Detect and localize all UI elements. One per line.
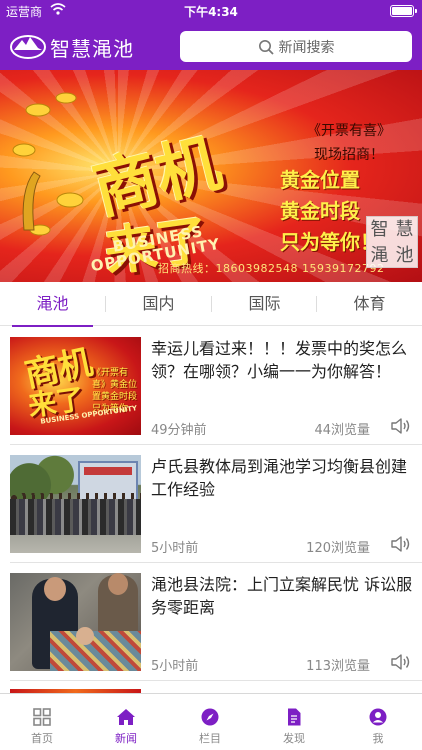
nav-bar: 智慧渑池 新闻搜索 — [0, 22, 422, 70]
speaker-icon[interactable] — [390, 652, 412, 672]
news-item[interactable]: 商机 来了 《开票有喜》黄金位置黄金时段只为等你 BUSINESS OPPORT… — [0, 327, 422, 445]
user-icon — [369, 708, 387, 726]
news-title: 渑池县法院：上门立案解民忧 诉讼服务零距离 — [151, 575, 413, 617]
thumb-person — [76, 627, 94, 645]
grid-icon — [33, 708, 51, 726]
tabbar-home[interactable]: 首页 — [0, 694, 84, 750]
tabbar-label: 首页 — [31, 732, 53, 745]
watermark-char: 慧 — [395, 219, 414, 240]
tabbar-label: 我 — [372, 732, 384, 745]
tabbar-news[interactable]: 新闻 — [84, 694, 168, 750]
news-time: 5小时前 — [151, 659, 199, 674]
status-bar: 运营商 下午4:34 — [0, 0, 422, 22]
search-placeholder: 新闻搜索 — [278, 39, 335, 56]
app-title: 智慧渑池 — [50, 37, 134, 61]
thumb-crowd — [10, 499, 141, 535]
tab-sports[interactable]: 体育 — [317, 282, 422, 326]
tab-international[interactable]: 国际 — [212, 282, 317, 326]
watermark-char: 智 — [370, 219, 389, 240]
compass-icon — [201, 708, 219, 726]
banner-line: 黄金位置 — [280, 168, 360, 192]
news-views: 113浏览量 — [306, 659, 370, 674]
news-views: 120浏览量 — [306, 541, 370, 556]
banner-tagline: 《开票有喜》 现场招商！ — [284, 120, 414, 168]
news-item[interactable]: 渑池县法院：上门立案解民忧 诉讼服务零距离 5小时前 113浏览量 — [0, 563, 422, 681]
banner-subtag: 现场招商！ — [314, 147, 384, 163]
news-thumbnail — [10, 573, 141, 671]
news-title: 卢氏县教体局到渑池学习均衡县创建工作经验 — [151, 457, 408, 499]
home-icon — [117, 709, 135, 725]
search-input[interactable]: 新闻搜索 — [180, 31, 412, 62]
news-title: 幸运儿看过来！！！发票中的奖怎么领？在哪领？小编一一为你解答！ — [151, 339, 408, 381]
news-item[interactable]: 卢氏县教体局到渑池学习均衡县创建工作经验 5小时前 120浏览量 — [0, 445, 422, 563]
news-thumbnail: 商机 来了 《开票有喜》黄金位置黄金时段只为等你 BUSINESS OPPORT… — [10, 337, 141, 435]
mountain-logo-icon — [10, 35, 46, 59]
watermark-char: 池 — [395, 245, 414, 266]
watermark-stamp: 智 慧 渑 池 — [366, 216, 418, 268]
news-thumbnail — [10, 455, 141, 553]
tabbar-me[interactable]: 我 — [336, 694, 420, 750]
row-divider — [10, 680, 422, 681]
banner-tag: 《开票有喜》 — [307, 123, 391, 139]
tabbar-discover[interactable]: 发现 — [252, 694, 336, 750]
news-time: 49分钟前 — [151, 423, 207, 438]
document-icon — [288, 708, 301, 726]
status-time: 下午4:34 — [184, 5, 238, 19]
tabbar-columns[interactable]: 栏目 — [168, 694, 252, 750]
thumb-blanket — [50, 631, 141, 671]
promo-banner[interactable]: 商机 来了 BUSINESS OPPORTUNITY 《开票有喜》 现场招商！ … — [0, 70, 422, 282]
tabbar-label: 新闻 — [115, 732, 137, 745]
tab-domestic[interactable]: 国内 — [106, 282, 211, 326]
watermark-char: 渑 — [370, 245, 389, 266]
bottom-tab-bar: 首页 新闻 栏目 发现 我 — [0, 693, 422, 750]
news-views: 44浏览量 — [314, 423, 370, 438]
battery-icon — [390, 5, 417, 17]
tabbar-label: 发现 — [283, 732, 305, 745]
search-icon — [258, 39, 274, 55]
category-tabs: 渑池 国内 国际 体育 — [0, 282, 422, 327]
tabbar-label: 栏目 — [199, 732, 221, 745]
banner-hotline: 招商热线：18603982548 15939172792 — [158, 262, 385, 275]
tab-mianchi[interactable]: 渑池 — [0, 282, 105, 327]
speaker-icon[interactable] — [390, 416, 412, 436]
news-time: 5小时前 — [151, 541, 199, 556]
speaker-icon[interactable] — [390, 534, 412, 554]
